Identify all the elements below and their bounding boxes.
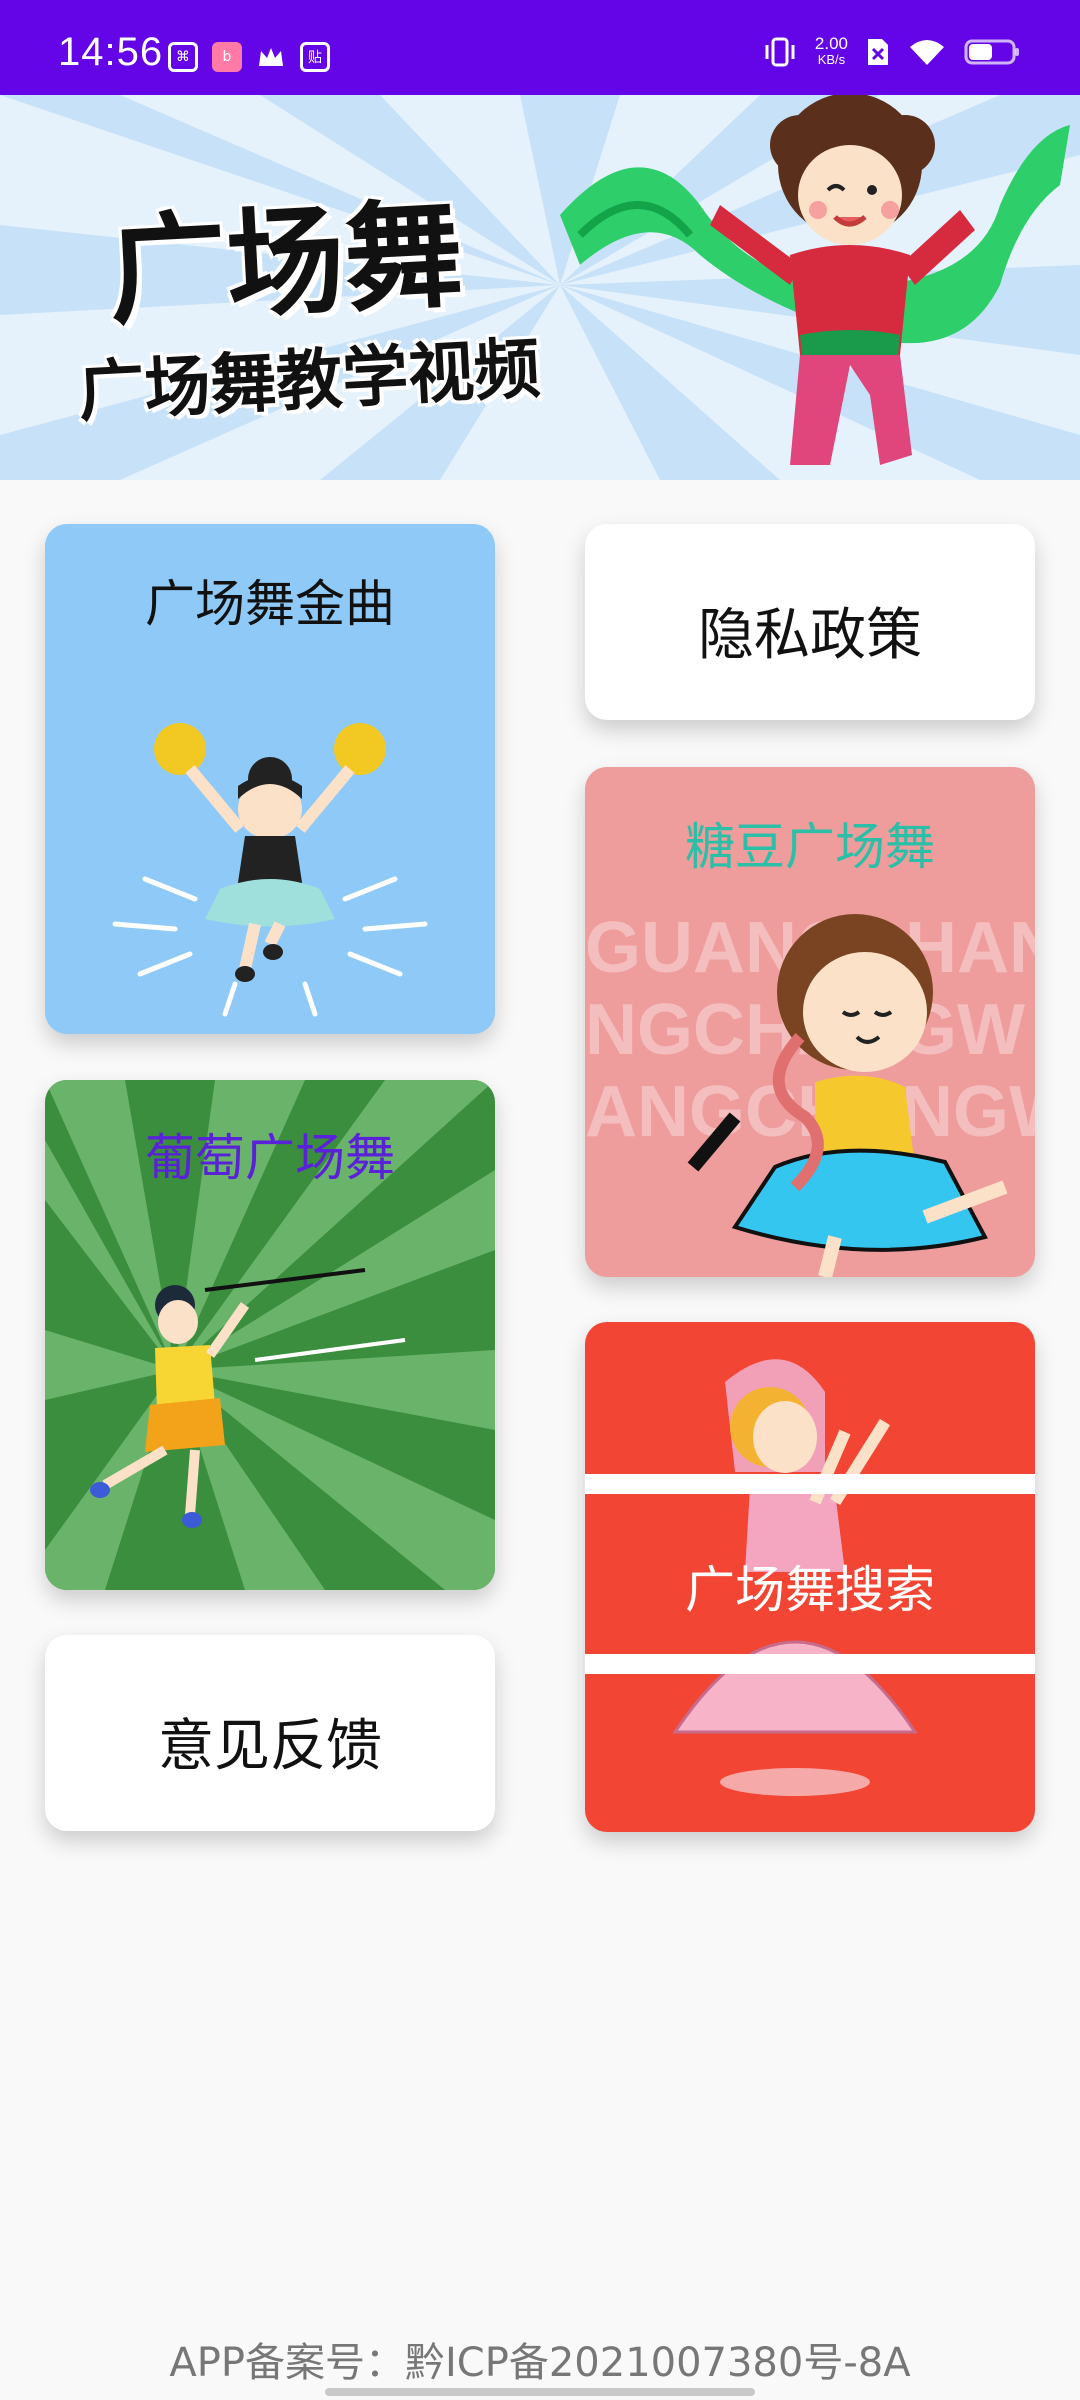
system-icons: 2.00 KB/s (763, 34, 1020, 68)
home-indicator[interactable] (325, 2388, 755, 2396)
card-dance-classics-label: 广场舞金曲 (145, 575, 395, 633)
net-speed-unit: KB/s (817, 52, 846, 67)
sim-x-icon (868, 39, 888, 65)
tieba-icon: 贴 (300, 42, 330, 72)
card-dance-search-label: 广场舞搜索 (685, 1561, 935, 1619)
card-putao-dance[interactable]: 葡萄广场舞 (45, 1080, 495, 1590)
card-feedback[interactable]: 意见反馈 (45, 1635, 495, 1831)
card-feedback-label: 意见反馈 (158, 1714, 382, 1779)
notification-icons: ⌘ b 贴 (168, 42, 330, 72)
icp-registration-text: APP备案号：黔ICP备2021007380号-8A (169, 2340, 911, 2386)
battery-icon (964, 39, 1019, 65)
banner: 广场舞 广场舞教学视频 (0, 95, 1080, 480)
card-putao-dance-label: 葡萄广场舞 (145, 1129, 395, 1187)
status-time: 14:56 (58, 30, 164, 74)
card-tangdou-dance-label: 糖豆广场舞 (685, 818, 935, 876)
crown-icon (259, 48, 283, 66)
bilibili-icon: b (212, 42, 242, 72)
banner-title: 广场舞 (105, 183, 466, 342)
card-dance-search[interactable]: 广场舞搜索 (585, 1322, 1035, 1832)
gallery-app-icon: ⌘ (168, 42, 198, 72)
card-tangdou-dance[interactable]: GUANGCHAN NGCHANGW ANGCHANGW 糖豆广场舞 (585, 767, 1035, 1277)
net-speed: 2.00 KB/s (814, 34, 848, 68)
card-dance-classics[interactable]: 广场舞金曲 (45, 524, 495, 1034)
status-bar: 14:56 ⌘ b 贴 2.00 KB/s (0, 0, 1080, 95)
net-speed-value: 2.00 (814, 34, 848, 53)
card-privacy-policy[interactable]: 隐私政策 (585, 524, 1035, 720)
vibrate-icon (765, 37, 795, 67)
card-privacy-policy-label: 隐私政策 (698, 603, 922, 668)
wifi-icon (910, 40, 944, 65)
